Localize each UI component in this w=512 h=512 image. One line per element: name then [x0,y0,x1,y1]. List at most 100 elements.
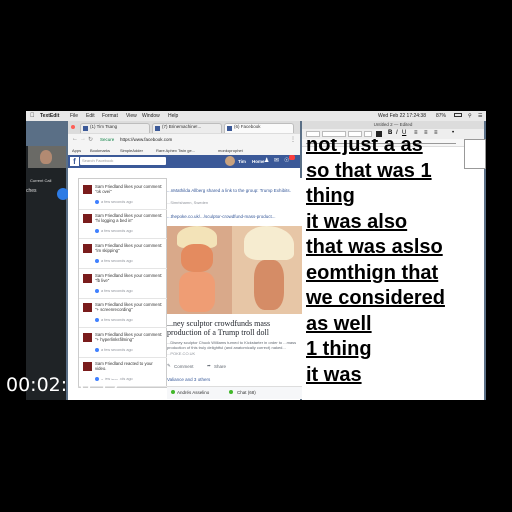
font-size-select[interactable] [364,131,372,137]
close-window-button[interactable] [71,125,75,129]
text-line[interactable]: it was also [306,210,445,236]
comment-button[interactable]: Comment [174,364,194,369]
notification-item[interactable]: Sam Friedland likes your comment: "im sk… [79,240,167,269]
facebook-search-input[interactable]: Search Facebook [80,157,166,165]
underline-icon[interactable]: U [402,130,406,136]
menu-dots-icon[interactable]: ⋮ [290,136,296,143]
style-select[interactable] [306,131,320,137]
post-author-line[interactable]: ...nMathilda Allberg shared a link to th… [167,188,300,194]
text-line[interactable]: not just a as [306,139,445,159]
text-line[interactable]: as well [306,312,445,338]
list-icon[interactable]: • [452,130,454,136]
menu-view[interactable]: View [126,113,137,119]
tab-facebook[interactable]: (6) Facebook [224,123,294,133]
menu-app-name[interactable]: TextEdit [40,113,59,119]
facebook-icon [155,126,160,131]
caller-face-icon [40,150,52,164]
background-document-window[interactable] [464,139,486,169]
friends-icon[interactable]: ♟ [264,157,269,164]
text-line[interactable]: thing [306,184,445,210]
italic-icon[interactable]: I [396,130,398,136]
menu-edit[interactable]: Edit [86,113,95,119]
align-center-icon[interactable]: ≡ [424,130,428,136]
notification-avatar [83,274,92,283]
like-icon [95,200,99,204]
font-family-select[interactable] [322,131,346,137]
notification-avatar [83,362,92,371]
troll-doll-back-image[interactable] [232,226,302,314]
menu-window[interactable]: Window [142,113,160,119]
search-icon[interactable]: ⚲ [468,113,472,119]
url-text[interactable]: https://www.facebook.com [120,137,172,142]
back-arrow-icon[interactable]: ← [72,136,78,142]
notification-item[interactable]: Sam Friedland likes your comment: "+ scr… [79,299,167,328]
text-line[interactable]: that was aslso [306,235,445,261]
post-source: ...POKE.CO.UK [167,351,196,356]
notification-time: a few seconds ago [95,289,133,293]
textedit-text[interactable]: not just a as so that was 1 thing it was… [306,139,445,388]
textedit-content-area[interactable]: not just a as so that was 1 thing it was… [302,139,464,398]
notification-message: Sam Friedland likes your comment: "ok ov… [95,184,163,194]
menu-file[interactable]: File [70,113,78,119]
menu-format[interactable]: Format [102,113,118,119]
post-actions: ✎ Comment ➦ Share Valiance and 3 others [167,363,300,382]
trump-troll-doll-image[interactable] [157,226,232,314]
notification-item[interactable]: Sam Friedland likes your comment: "+ hyp… [79,329,167,358]
comment-icon[interactable]: ✎ [167,363,171,369]
share-button[interactable]: Share [214,364,226,369]
caller-avatar [28,146,66,168]
profile-avatar[interactable] [225,156,235,166]
notification-avatar [83,333,92,342]
notification-item[interactable]: Sam Friedland likes your comment: "hi lo… [79,210,167,239]
text-line[interactable]: so that was 1 [306,159,445,185]
share-icon[interactable]: ➦ [207,363,211,369]
reload-icon[interactable]: ↻ [88,136,93,143]
menu-help[interactable]: Help [168,113,178,119]
bookmark-bookmarks[interactable]: Bookmarks [90,148,110,153]
reactions-text[interactable]: Valiance and 3 others [167,377,210,382]
notification-message: Sam Friedland likes your comment: "im sk… [95,243,163,253]
messages-icon[interactable]: ✉ [274,157,279,164]
notification-avatar [83,214,92,223]
post-location: ...Simrishamn, Sweden [167,200,209,205]
text-line[interactable]: 1 thing [306,337,445,363]
font-style-select[interactable] [348,131,362,137]
chat-user-name[interactable]: Andrés Asselino [177,390,209,395]
current-call-label: Current Call [30,178,52,183]
align-left-icon[interactable]: ≡ [414,130,418,136]
chat-button[interactable]: Chat (68) [237,390,256,395]
notification-avatar [83,185,92,194]
battery-icon[interactable] [454,113,462,117]
bookmark-apps[interactable]: Apps [72,148,81,153]
text-line[interactable]: we considered [306,286,445,312]
tab-tim-tsang[interactable]: (1) Tim Tsang [80,123,150,133]
post-link-title[interactable]: ...ney sculptor crowdfunds mass producti… [167,319,300,337]
facebook-logo-icon[interactable]: f [70,157,79,166]
bookmark-monk-prophet[interactable]: monk•prophet [218,148,243,153]
text-line[interactable]: it was [306,363,445,389]
textedit-title: Untitled 2 — Edited [302,121,484,129]
tab-brinemachine[interactable]: (7) Brinemachine!... [152,123,222,133]
forward-arrow-icon[interactable]: → [80,136,86,142]
clock-text[interactable]: Wed Feb 22 17:24:38 [378,113,426,119]
bold-icon[interactable]: B [388,130,392,136]
browser-tab-bar: (1) Tim Tsang (7) Brinemachine!... (6) F… [68,121,300,134]
notification-item[interactable]: Sam Friedland likes your comment: "fb li… [79,270,167,299]
mac-menubar:  TextEdit File Edit Format View Window … [26,111,486,121]
post-link-description: ...Disney sculptor Chuck Williams turned… [167,340,300,356]
notification-time: a few seconds ago [95,348,133,352]
notification-message: Sam Friedland likes your comment: "+ hyp… [95,332,163,342]
text-line[interactable]: eomthign that [306,261,445,287]
like-icon [95,348,99,352]
bookmark-aphex-twin[interactable]: Rare Aphex Twin ge... [156,148,195,153]
align-right-icon[interactable]: ≡ [434,130,438,136]
notification-item[interactable]: Sam Friedland likes your comment: "ok ov… [79,181,167,210]
notification-message: Sam Friedland likes your comment: "fb li… [95,273,163,283]
menu-list-icon[interactable]: ☰ [478,113,482,119]
bookmark-simpleadder[interactable]: SimpleAdder [120,148,143,153]
apple-icon[interactable]:  [30,113,35,119]
post-link[interactable]: ...thepoke.co.uk/.../sculptor-crowdfund-… [167,214,300,220]
fb-user-name[interactable]: Tim [238,159,246,164]
fb-home-link[interactable]: Home [252,159,265,164]
text-color-button[interactable] [376,131,382,137]
